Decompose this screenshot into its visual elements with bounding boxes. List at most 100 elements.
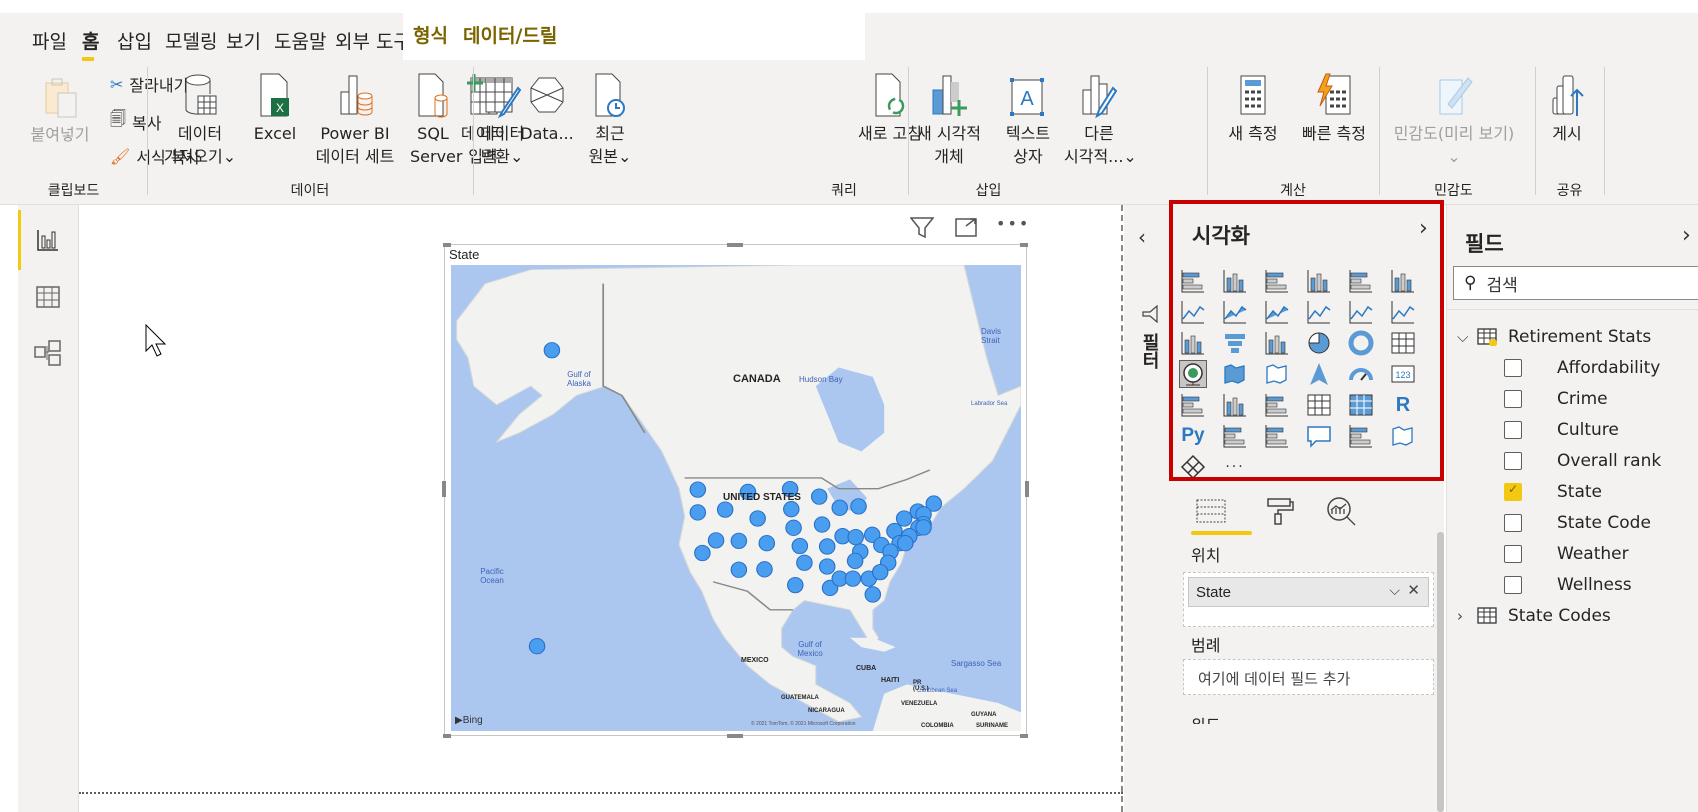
legend-well-drop-zone[interactable]: 여기에 데이터 필드 추가: [1183, 659, 1434, 695]
report-view-button[interactable]: [18, 210, 78, 270]
model-view-button[interactable]: [18, 323, 78, 383]
quick-measure-button[interactable]: 빠른 측정: [1292, 72, 1376, 145]
fields-search-input[interactable]: ⚲ 검색: [1453, 266, 1698, 300]
tab-external-tools[interactable]: 외부 도구: [335, 23, 411, 58]
chevron-right-icon[interactable]: ›: [1457, 607, 1463, 625]
resize-handle[interactable]: [443, 243, 451, 247]
divider: [1447, 309, 1698, 310]
field-name: Crime: [1557, 389, 1608, 409]
recent-sources-button[interactable]: 최근 원본⌄: [585, 72, 635, 168]
map-attribution[interactable]: © 2021 TomTom, © 2021 Microsoft Corporat…: [751, 721, 856, 727]
field-item[interactable]: Affordability: [1447, 354, 1698, 382]
publish-button[interactable]: 게시: [1545, 72, 1589, 145]
group-separator: [908, 67, 909, 195]
tab-view[interactable]: 보기: [226, 23, 261, 58]
more-visuals-button[interactable]: 다른 시각적...⌄: [1064, 72, 1137, 168]
location-field-pill[interactable]: State ⌵ ✕: [1188, 577, 1429, 607]
transform-data-button[interactable]: 데이터 변환⌄: [480, 72, 524, 168]
field-checkbox[interactable]: [1504, 545, 1522, 563]
highlight-box: [1169, 200, 1444, 481]
bing-logo: ▶Bing: [455, 715, 483, 726]
copy-button[interactable]: 🗐복사: [110, 108, 161, 135]
label-mexico: MEXICO: [741, 657, 769, 664]
table-row[interactable]: › State Codes: [1447, 602, 1698, 630]
svg-text:A: A: [1020, 88, 1034, 110]
resize-handle[interactable]: [1025, 481, 1029, 497]
filter-icon[interactable]: [910, 216, 934, 238]
new-measure-button[interactable]: 새 측정: [1218, 72, 1288, 145]
resize-handle[interactable]: [727, 243, 743, 247]
field-checkbox[interactable]: [1504, 576, 1522, 594]
tab-help[interactable]: 도움말: [274, 23, 326, 58]
label-cuba: CUBA: [856, 665, 877, 672]
expand-filters-chevron-icon[interactable]: ‹: [1138, 225, 1146, 249]
filters-pane-collapsed[interactable]: ‹ 필터: [1124, 205, 1169, 812]
new-visual-button[interactable]: 새 시각적 개체: [912, 72, 986, 168]
field-checkbox[interactable]: [1504, 514, 1522, 532]
resize-handle[interactable]: [443, 734, 451, 738]
paste-button[interactable]: 붙여넣기: [24, 75, 96, 146]
field-item[interactable]: Overall rank: [1447, 447, 1698, 475]
model-icon: [34, 340, 61, 366]
sql-server-button[interactable]: SQL Server: [410, 72, 462, 168]
resize-handle[interactable]: [442, 481, 446, 497]
group-label-query: 쿼리: [831, 183, 857, 199]
table-row[interactable]: ⌵ Retirement Stats: [1447, 323, 1698, 351]
group-label-sensitivity: 민감도: [1434, 183, 1473, 199]
resize-handle[interactable]: [1020, 734, 1028, 738]
field-checkbox[interactable]: ✓: [1504, 482, 1522, 501]
publish-icon: [1552, 75, 1584, 116]
tab-insert[interactable]: 삽입: [117, 23, 152, 58]
resize-handle[interactable]: [1020, 243, 1028, 247]
group-label-calculations: 계산: [1280, 183, 1306, 199]
page-boundary: [79, 792, 1123, 794]
field-checkbox[interactable]: [1504, 421, 1522, 439]
analytics-magnifier-icon[interactable]: [1326, 496, 1358, 526]
remove-field-close-icon[interactable]: ✕: [1407, 581, 1420, 599]
excel-button[interactable]: X Excel: [252, 72, 298, 145]
field-item[interactable]: Crime: [1447, 385, 1698, 413]
tab-format[interactable]: 형식: [403, 13, 458, 60]
field-item[interactable]: ✓ State: [1447, 478, 1698, 506]
fields-tab-icon[interactable]: [1195, 496, 1227, 526]
resize-handle[interactable]: [727, 734, 743, 738]
field-checkbox[interactable]: [1504, 452, 1522, 470]
field-item[interactable]: Weather: [1447, 540, 1698, 568]
field-name: Culture: [1557, 420, 1619, 440]
field-item[interactable]: Wellness: [1447, 571, 1698, 599]
location-well[interactable]: State ⌵ ✕: [1183, 572, 1434, 627]
field-name: State Code: [1557, 513, 1651, 533]
label-davis-strait: Davis Strait: [981, 327, 1002, 345]
field-item[interactable]: State Code: [1447, 509, 1698, 537]
refresh-icon: [875, 73, 905, 117]
tab-home[interactable]: 홈: [82, 23, 99, 58]
scrollbar[interactable]: [1437, 532, 1444, 812]
text-box-button[interactable]: A 텍스트 상자: [1000, 72, 1056, 168]
power-bi-datasets-button[interactable]: Power BI 데이터 세트: [307, 72, 403, 168]
field-name: Affordability: [1557, 358, 1661, 378]
data-view-button[interactable]: [18, 267, 78, 327]
sensitivity-button[interactable]: 민감도(미리 보기) ⌄: [1384, 72, 1524, 168]
collapse-fields-chevron-icon[interactable]: ›: [1682, 223, 1691, 248]
map-visual[interactable]: State CANADA UNITED STATES MEXICO CUBA H…: [442, 243, 1029, 738]
chevron-down-icon[interactable]: ⌵: [1457, 328, 1468, 346]
label-united-states: UNITED STATES: [723, 492, 801, 503]
tab-data-drill[interactable]: 데이터/드릴: [453, 13, 865, 60]
tab-modeling[interactable]: 모델링: [165, 23, 217, 58]
tab-file[interactable]: 파일: [32, 23, 67, 58]
quick-measure-icon: [1317, 73, 1351, 115]
focus-mode-icon[interactable]: [954, 216, 978, 238]
paste-icon: [45, 78, 77, 118]
field-checkbox[interactable]: [1504, 359, 1522, 377]
get-data-button[interactable]: 데이터 가져오기⌄: [160, 72, 240, 168]
chevron-down-icon[interactable]: ⌵: [1389, 582, 1400, 599]
more-options-button[interactable]: •••: [996, 214, 1030, 233]
format-paint-roller-icon[interactable]: [1264, 496, 1296, 526]
dataverse-button[interactable]: Data...: [520, 72, 574, 145]
label-haiti: HAITI: [881, 677, 900, 684]
field-name: State: [1557, 482, 1602, 502]
field-checkbox[interactable]: [1504, 390, 1522, 408]
field-item[interactable]: Culture: [1447, 416, 1698, 444]
top-margin: [0, 0, 1698, 13]
dataverse-icon: [530, 77, 564, 113]
